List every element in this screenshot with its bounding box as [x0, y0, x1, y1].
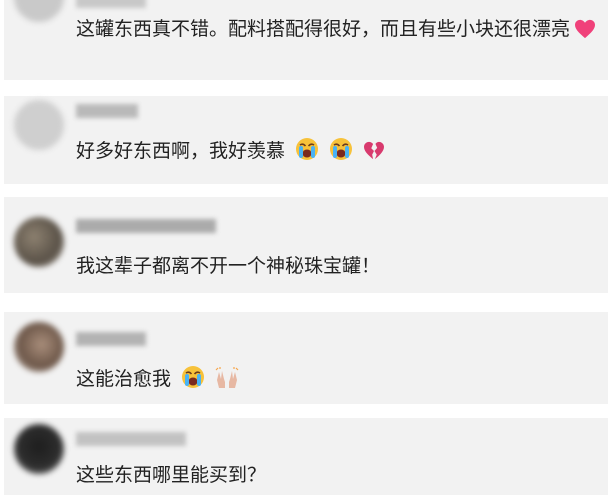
comment-text: 这能治愈我 [76, 368, 172, 390]
loudly-crying-face-icon [181, 365, 205, 400]
username-blurred[interactable] [76, 332, 146, 346]
username-blurred[interactable] [76, 104, 138, 118]
comment-text: 好多好东西啊，我好羡慕 [76, 140, 286, 162]
comment-body: 这能治愈我 [76, 362, 596, 400]
username-blurred[interactable] [76, 0, 146, 8]
loudly-crying-face-icon [295, 137, 319, 172]
comment-card: 这罐东西真不错。配料搭配得很好，而且有些小块还很漂亮 [4, 0, 608, 80]
comment-text: 我这辈子都离不开一个神秘珠宝罐！ [76, 255, 381, 277]
comment-body: 好多好东西啊，我好羡慕 [76, 134, 596, 172]
comment-text: 这些东西哪里能买到？ [76, 464, 267, 486]
avatar[interactable] [14, 424, 64, 474]
loudly-crying-face-icon [329, 137, 353, 172]
avatar[interactable] [14, 217, 64, 267]
comment-body: 这些东西哪里能买到？ [76, 458, 596, 492]
comment-card: 好多好东西啊，我好羡慕 [4, 96, 608, 184]
avatar[interactable] [14, 100, 64, 150]
comment-body: 我这辈子都离不开一个神秘珠宝罐！ [76, 249, 596, 283]
comment-text: 这罐东西真不错。配料搭配得很好，而且有些小块还很漂亮 [76, 18, 571, 40]
raising-hands-icon [215, 366, 239, 400]
comment-card: 我这辈子都离不开一个神秘珠宝罐！ [4, 197, 608, 293]
username-blurred[interactable] [76, 219, 216, 233]
avatar[interactable] [14, 322, 64, 372]
broken-heart-icon [363, 138, 385, 172]
pink-heart-icon [574, 16, 596, 50]
comment-body: 这罐东西真不错。配料搭配得很好，而且有些小块还很漂亮 [76, 12, 596, 50]
avatar[interactable] [14, 0, 64, 22]
username-blurred[interactable] [76, 432, 186, 446]
comment-card: 这能治愈我 [4, 312, 608, 404]
comment-card: 这些东西哪里能买到？ [4, 418, 608, 495]
